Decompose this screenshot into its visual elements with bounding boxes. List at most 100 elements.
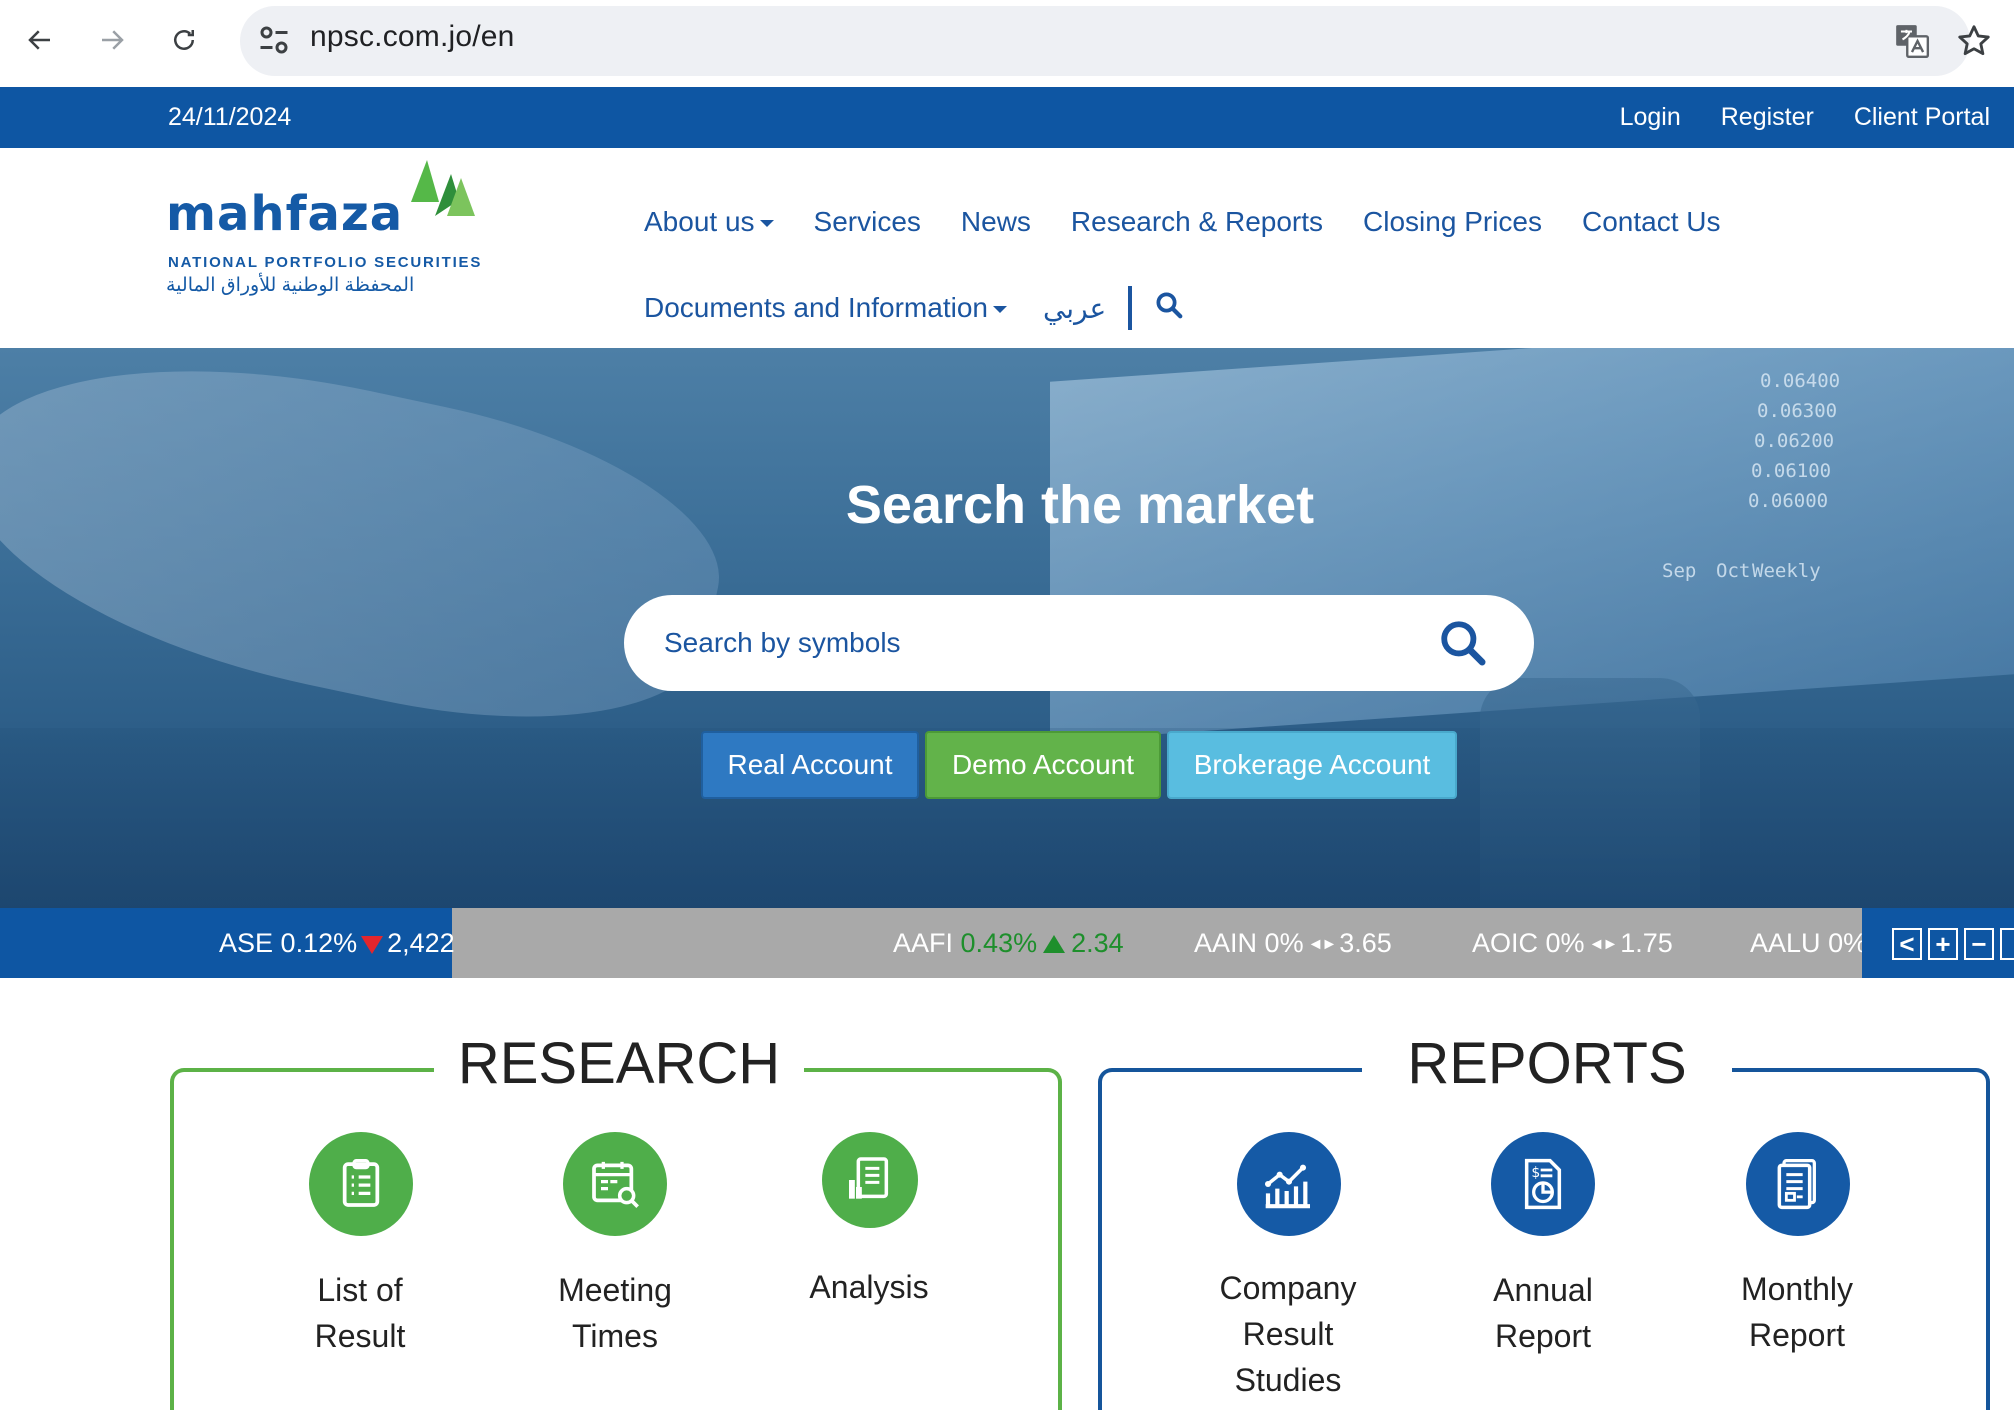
- ticker-next-button[interactable]: [2000, 928, 2014, 960]
- top-bar: 24/11/2024 Login Register Client Portal: [0, 87, 2014, 148]
- reload-button[interactable]: [162, 18, 206, 62]
- monthly-report-label[interactable]: Monthly Report: [1697, 1266, 1897, 1358]
- client-portal-link[interactable]: Client Portal: [1854, 103, 1990, 132]
- language-search-group: عربي: [1043, 286, 1184, 330]
- analysis-label[interactable]: Analysis: [769, 1264, 969, 1310]
- nav-news[interactable]: News: [961, 206, 1031, 238]
- meeting-times-label[interactable]: Meeting Times: [515, 1267, 715, 1359]
- nav-research-reports[interactable]: Research & Reports: [1071, 206, 1323, 238]
- analysis-button[interactable]: [822, 1132, 918, 1228]
- login-link[interactable]: Login: [1620, 103, 1681, 132]
- hero-title-text: Search the market: [845, 475, 1315, 535]
- down-arrow-icon: [361, 935, 384, 954]
- chart-tick-label: 0.06400: [1760, 370, 1841, 392]
- mahfaza-logo[interactable]: mahfaza NATIONAL PORTFOLIO SECURITIES ال…: [166, 160, 480, 300]
- annual-report-label[interactable]: Annual Report: [1443, 1267, 1643, 1359]
- monthly-report-icon: [1777, 1159, 1816, 1210]
- label-line: Report: [1494, 1318, 1592, 1354]
- arrow-right-icon: [102, 30, 124, 50]
- menu-divider: [1128, 286, 1133, 330]
- unchanged-arrows-icon: ◄►: [1588, 936, 1619, 953]
- ticker-item[interactable]: AALU 0%: [1750, 928, 1862, 959]
- ticker-value: 3.65: [1339, 928, 1392, 958]
- nav-search-button[interactable]: [1154, 290, 1184, 327]
- site-header: mahfaza NATIONAL PORTFOLIO SECURITIES ال…: [0, 148, 2014, 348]
- hero-banner: 0.06400 0.06300 0.06200 0.06100 0.06000 …: [0, 348, 2014, 908]
- url-text[interactable]: npsc.com.jo/en: [310, 20, 515, 54]
- ticker-item[interactable]: AAFI 0.43% 2.34: [893, 928, 1124, 959]
- label-line: List of: [317, 1272, 403, 1308]
- back-button[interactable]: [18, 18, 62, 62]
- chart-axis-label: Weekly: [1752, 560, 1821, 582]
- reload-icon: [174, 30, 194, 50]
- nav-documents[interactable]: Documents and Information: [644, 292, 1007, 324]
- growth-chart-icon: [1264, 1164, 1310, 1209]
- nav-arabic-language[interactable]: عربي: [1043, 292, 1106, 325]
- reports-title: REPORTS: [1362, 1028, 1732, 1098]
- site-settings-icon[interactable]: [256, 22, 292, 58]
- chart-axis-label: Sep: [1662, 560, 1697, 582]
- nav-closing-prices[interactable]: Closing Prices: [1363, 206, 1542, 238]
- ticker-controls: < + −: [1862, 908, 2014, 978]
- label-line: Annual: [1493, 1272, 1593, 1308]
- symbol-search-box: [624, 595, 1534, 691]
- ticker-item[interactable]: AAIN 0% ◄► 3.65: [1194, 928, 1392, 959]
- ticker-prev-button[interactable]: <: [1892, 928, 1922, 960]
- translate-icon[interactable]: [1893, 22, 1931, 60]
- unchanged-arrows-icon: ◄►: [1307, 936, 1338, 953]
- monthly-report-button[interactable]: [1746, 1132, 1850, 1236]
- up-arrow-icon: [1043, 935, 1066, 953]
- ticker-change: 0%: [1264, 928, 1304, 958]
- list-of-result-button[interactable]: [309, 1132, 413, 1236]
- current-date: 24/11/2024: [168, 103, 292, 131]
- ticker-value: 1.75: [1620, 928, 1673, 958]
- brokerage-account-button[interactable]: Brokerage Account: [1167, 731, 1457, 799]
- meeting-times-button[interactable]: [563, 1132, 667, 1236]
- company-result-studies-button[interactable]: [1237, 1132, 1341, 1236]
- list-of-result-label[interactable]: List of Result: [260, 1267, 460, 1359]
- real-account-button[interactable]: Real Account: [701, 731, 919, 799]
- annual-report-button[interactable]: $: [1491, 1132, 1595, 1236]
- bookmark-star-icon[interactable]: [1955, 22, 1993, 60]
- chart-tick-label: 0.06200: [1754, 430, 1835, 452]
- ticker-zoom-out-button[interactable]: −: [1964, 928, 1994, 960]
- ticker-symbol: AAIN: [1194, 928, 1258, 958]
- financial-report-icon: $: [1524, 1158, 1562, 1210]
- ticker-change: 0%: [1545, 928, 1585, 958]
- main-menu-row-1: About us Services News Research & Report…: [644, 206, 1720, 238]
- ticker-item[interactable]: AOIC 0% ◄► 1.75: [1472, 928, 1673, 959]
- ticker-change: 0%: [1828, 928, 1862, 958]
- label-line: Studies: [1234, 1362, 1342, 1398]
- main-menu-row-2: Documents and Information عربي: [644, 286, 1184, 330]
- label-line: Monthly: [1740, 1271, 1854, 1307]
- index-name: ASE: [219, 928, 274, 958]
- nav-about-us[interactable]: About us: [644, 206, 774, 238]
- search-icon: [1156, 292, 1183, 318]
- logo-wordmark: mahfaza: [166, 186, 404, 242]
- demo-account-button[interactable]: Demo Account: [925, 731, 1161, 799]
- clipboard-list-icon: [342, 1159, 380, 1207]
- company-result-studies-label[interactable]: Company Result Studies: [1188, 1265, 1388, 1403]
- ticker-zoom-in-button[interactable]: +: [1928, 928, 1958, 960]
- hero-background-pens: [1480, 678, 1700, 908]
- mountain-peaks-icon: [411, 160, 475, 216]
- register-link[interactable]: Register: [1721, 103, 1814, 132]
- ticker-index-panel: ASE 0.12% 2,422: [0, 908, 455, 978]
- arrow-left-icon: [28, 30, 50, 50]
- nav-contact-us[interactable]: Contact Us: [1582, 206, 1721, 238]
- symbol-search-input[interactable]: [664, 621, 1424, 665]
- nav-documents-label: Documents and Information: [644, 292, 988, 323]
- nav-about-label: About us: [644, 206, 755, 237]
- caret-down-icon: [992, 306, 1007, 314]
- browser-chrome: npsc.com.jo/en: [0, 0, 2014, 84]
- search-submit-icon[interactable]: [1438, 618, 1488, 668]
- label-line: Meeting: [558, 1272, 672, 1308]
- research-title: RESEARCH: [434, 1028, 804, 1098]
- account-links: Login Register Client Portal: [1620, 103, 1990, 132]
- ase-index: ASE 0.12% 2,422: [219, 928, 455, 959]
- caret-down-icon: [759, 220, 774, 228]
- stock-ticker: ASE 0.12% 2,422 AAFI 0.43% 2.34 AAIN 0% ◄► 3…: [0, 908, 2014, 978]
- nav-services[interactable]: Services: [814, 206, 921, 238]
- logo-subtitle: NATIONAL PORTFOLIO SECURITIES: [168, 254, 483, 271]
- forward-button[interactable]: [90, 18, 134, 62]
